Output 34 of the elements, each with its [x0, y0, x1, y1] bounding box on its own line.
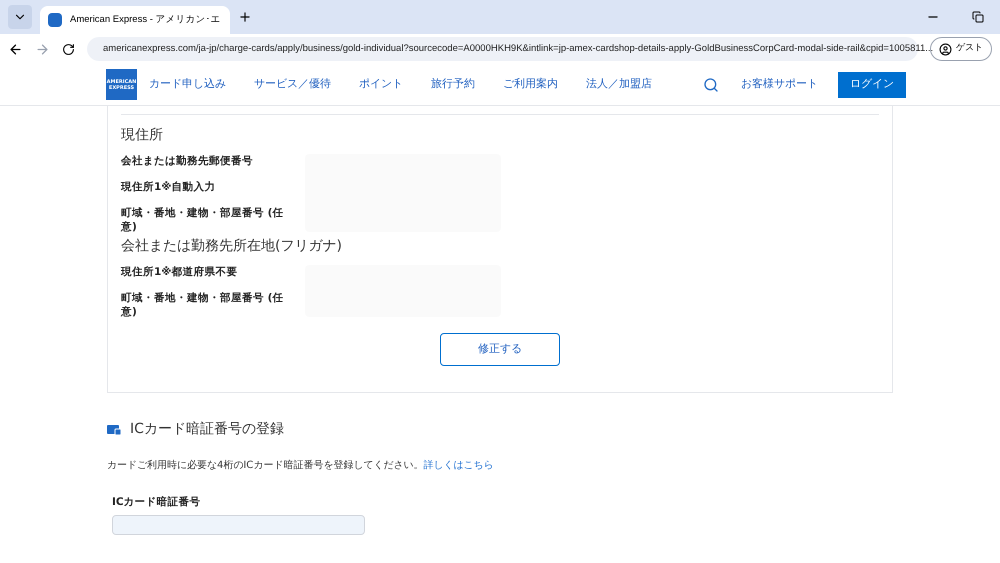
pin-input-field[interactable] — [112, 514, 365, 535]
favicon — [48, 13, 62, 27]
forward-icon[interactable] — [35, 42, 50, 56]
nav-link[interactable]: サービス／優待 — [254, 76, 331, 93]
tab-title: American Express - アメリカン･エ — [70, 12, 221, 27]
support-link[interactable]: お客様サポート — [741, 76, 818, 93]
edit-button[interactable]: 修正する — [440, 333, 560, 366]
nav-link[interactable]: 法人／加盟店 — [586, 76, 652, 93]
restore-icon[interactable] — [972, 11, 984, 23]
profile-button[interactable]: ゲスト — [930, 37, 992, 61]
field-label: 会社または勤務先郵便番号 — [121, 154, 254, 168]
nav-link[interactable]: ポイント — [359, 76, 403, 93]
search-icon[interactable] — [703, 76, 719, 92]
new-tab-icon[interactable] — [238, 10, 252, 24]
tab-list-button[interactable] — [8, 5, 32, 29]
reload-icon[interactable] — [62, 42, 75, 56]
nav-link[interactable]: カード申し込み — [149, 76, 226, 93]
field-label: ICカード暗証番号 — [112, 495, 202, 510]
browser-tab[interactable]: American Express - アメリカン･エ — [40, 6, 230, 34]
field-label: 現住所1※都道府県不要 — [121, 265, 239, 279]
login-button[interactable]: ログイン — [838, 72, 906, 98]
group-title: 現住所 — [121, 126, 164, 145]
back-icon[interactable] — [8, 42, 23, 56]
field-label: 現住所1※自動入力 — [121, 180, 217, 194]
field-label: 町域・番地・建物・部屋番号 (任意) — [121, 291, 284, 319]
details-link[interactable]: 詳しくはこちら — [423, 460, 494, 471]
nav-link[interactable]: ご利用案内 — [503, 76, 558, 93]
group-title: 会社または勤務先所在地(フリガナ) — [121, 237, 343, 256]
section-description: カードご利用時に必要な4桁のICカード暗証番号を登録してください。詳しくはこちら — [107, 458, 494, 473]
nav-link[interactable]: 旅行予約 — [431, 76, 475, 93]
profile-icon — [939, 42, 952, 56]
section-title: ICカード暗証番号の登録 — [130, 420, 284, 439]
field-label: 町域・番地・建物・部屋番号 (任意) — [121, 206, 284, 234]
card-lock-icon — [107, 424, 122, 436]
